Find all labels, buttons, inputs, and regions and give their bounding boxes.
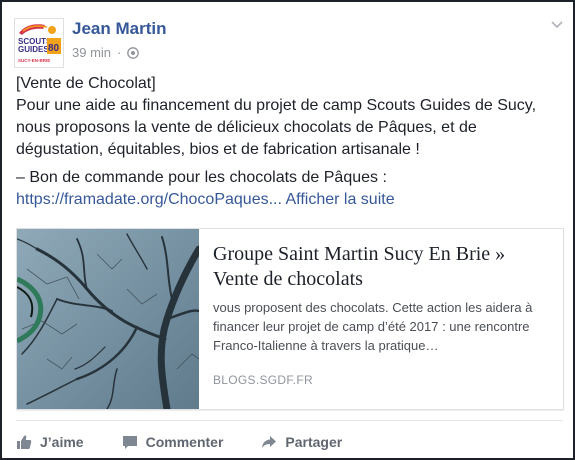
post-time[interactable]: 39 min	[72, 45, 111, 60]
post-text-line: [Vente de Chocolat]	[16, 75, 156, 92]
like-button[interactable]: J’aime	[16, 434, 84, 450]
author-name[interactable]: Jean Martin	[72, 19, 166, 39]
card-source: BLOGS.SGDF.FR	[213, 373, 313, 387]
scouts-guides-logo: SCOUTS GUIDES 80 SUCY-EN-BRIE	[15, 19, 63, 67]
tree-branches-image	[17, 229, 199, 409]
post-text-line: – Bon de commande pour les chocolats de …	[16, 169, 387, 186]
post-actions: J’aime Commenter Partager	[16, 430, 380, 454]
link-preview-card[interactable]: Groupe Saint Martin Sucy En Brie » Vente…	[16, 228, 564, 410]
post-meta: 39 min ·	[72, 45, 140, 60]
card-description: vous proposent des chocolats. Cette acti…	[213, 300, 533, 353]
meta-separator: ·	[117, 45, 122, 60]
actions-divider	[16, 420, 563, 421]
avatar[interactable]: SCOUTS GUIDES 80 SUCY-EN-BRIE	[14, 18, 64, 68]
thumbs-up-icon	[17, 435, 32, 449]
chevron-down-icon[interactable]	[549, 18, 565, 30]
see-more-link[interactable]: Afficher la suite	[286, 191, 395, 208]
share-label: Partager	[285, 434, 343, 450]
comment-button[interactable]: Commenter	[122, 434, 224, 450]
globe-icon[interactable]	[127, 46, 140, 59]
svg-text:GUIDES: GUIDES	[18, 45, 49, 54]
post-text-paragraph: Pour une aide au financement du projet d…	[16, 97, 537, 158]
share-button[interactable]: Partager	[261, 434, 342, 450]
post-frame: SCOUTS GUIDES 80 SUCY-EN-BRIE Jean Marti…	[0, 0, 575, 460]
post-body: [Vente de Chocolat] Pour une aide au fin…	[16, 73, 564, 211]
like-label: J’aime	[40, 434, 84, 450]
comment-icon	[122, 436, 137, 449]
comment-label: Commenter	[145, 434, 224, 450]
svg-text:SUCY-EN-BRIE: SUCY-EN-BRIE	[18, 58, 50, 63]
share-arrow-icon	[262, 436, 277, 448]
svg-text:80: 80	[48, 43, 60, 54]
card-title[interactable]: Groupe Saint Martin Sucy En Brie » Vente…	[213, 242, 555, 292]
card-thumbnail[interactable]	[17, 229, 199, 409]
post-link[interactable]: https://framadate.org/ChocoPaques...	[16, 191, 282, 208]
post-link-line: https://framadate.org/ChocoPaques... Aff…	[16, 189, 564, 211]
